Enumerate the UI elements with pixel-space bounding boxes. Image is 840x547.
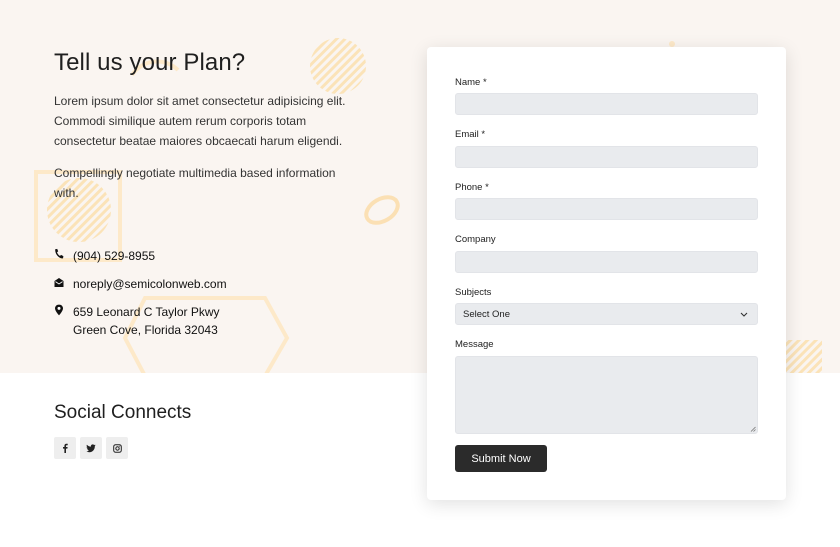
instagram-button[interactable]: [106, 437, 128, 459]
social-title: Social Connects: [54, 402, 192, 423]
facebook-button[interactable]: [54, 437, 76, 459]
name-input[interactable]: [455, 93, 758, 115]
name-label: Name *: [455, 77, 487, 88]
page-title: Tell us your Plan?: [54, 49, 246, 76]
envelope-open-icon: [54, 276, 64, 288]
social-icon-group: [54, 437, 128, 459]
map-pin-icon: [54, 304, 64, 316]
resize-handle-icon[interactable]: [750, 426, 756, 432]
address-line-2: Green Cove, Florida 32043: [73, 323, 218, 337]
phone-icon: [54, 248, 64, 260]
contact-form: Name * Email * Phone * Company Subjects …: [427, 47, 786, 500]
contact-page: Tell us your Plan? Lorem ipsum dolor sit…: [0, 0, 840, 547]
address-line-1: 659 Leonard C Taylor Pkwy: [73, 305, 220, 319]
secondary-paragraph: Compellingly negotiate multimedia based …: [54, 166, 336, 200]
email-label: Email *: [455, 129, 486, 140]
contact-phone[interactable]: (904) 529-8955: [54, 247, 155, 265]
email-address: noreply@semicolonweb.com: [73, 277, 227, 291]
phone-input[interactable]: [455, 198, 758, 220]
company-label: Company: [455, 234, 496, 245]
company-input[interactable]: [455, 251, 758, 273]
contact-address: 659 Leonard C Taylor Pkwy Green Cove, Fl…: [54, 303, 220, 339]
submit-button[interactable]: Submit Now: [455, 445, 547, 472]
intro-paragraph: Lorem ipsum dolor sit amet consectetur a…: [54, 94, 346, 148]
subjects-selected-value: Select One: [463, 308, 510, 320]
message-textarea[interactable]: [455, 356, 758, 434]
phone-label: Phone *: [455, 182, 489, 193]
subjects-label: Subjects: [455, 287, 492, 298]
email-input[interactable]: [455, 146, 758, 168]
subjects-select[interactable]: Select One: [455, 303, 758, 325]
instagram-icon: [112, 443, 122, 453]
phone-number: (904) 529-8955: [73, 249, 156, 263]
twitter-button[interactable]: [80, 437, 102, 459]
facebook-icon: [63, 443, 68, 453]
chevron-down-icon: [740, 312, 748, 317]
message-label: Message: [455, 339, 494, 350]
contact-email[interactable]: noreply@semicolonweb.com: [54, 275, 227, 293]
twitter-icon: [86, 443, 96, 452]
